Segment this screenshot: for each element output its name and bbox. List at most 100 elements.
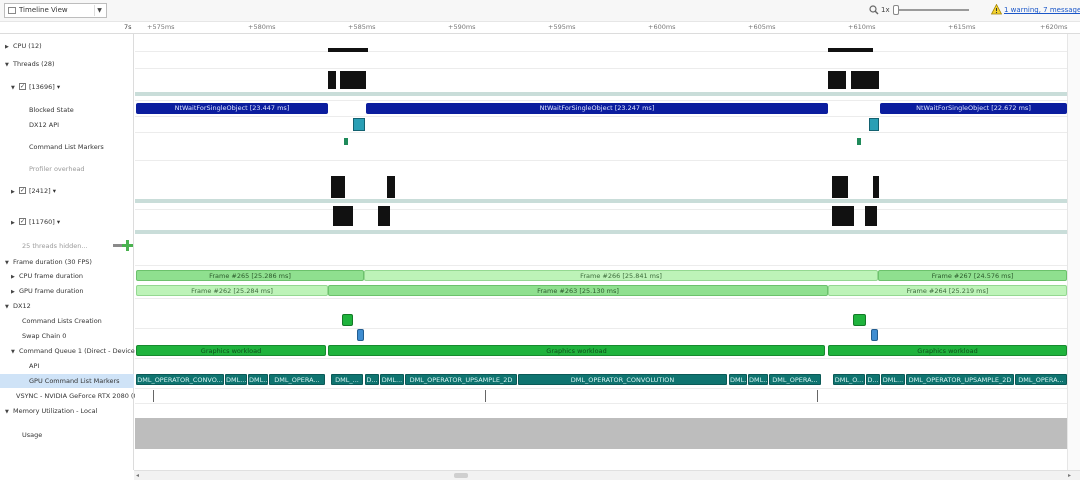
vsync-tick[interactable] bbox=[153, 390, 154, 402]
command-list-creation-event[interactable] bbox=[342, 314, 353, 326]
chevron-down-icon[interactable]: ▼ bbox=[5, 59, 13, 71]
tree-row-dx12-api[interactable]: DX12 API bbox=[29, 119, 59, 131]
dropdown-arrow-icon[interactable]: ▾ bbox=[57, 218, 60, 226]
chevron-down-icon[interactable]: ▼ bbox=[5, 301, 13, 313]
chevron-down-icon[interactable]: ▼ bbox=[5, 406, 13, 418]
tree-row-command-queue[interactable]: ▼ Command Queue 1 (Direct - DeviceRes bbox=[11, 345, 146, 357]
dx12-api-event[interactable] bbox=[353, 118, 365, 131]
zoom-slider-handle[interactable] bbox=[893, 5, 899, 15]
gpu-marker-bar[interactable]: DML... bbox=[748, 374, 768, 385]
tree-row-blocked-state[interactable]: Blocked State bbox=[29, 104, 74, 116]
command-list-creation-event[interactable] bbox=[853, 314, 866, 326]
tree-row-threads[interactable]: ▼ Threads (28) bbox=[5, 58, 55, 70]
dx12-api-event[interactable] bbox=[869, 118, 879, 131]
gpu-marker-bar[interactable]: DML_OPERATOR_UPSAMPLE_2D bbox=[906, 374, 1014, 385]
thread-activity-block[interactable] bbox=[851, 71, 879, 89]
cpu-frame-bar[interactable]: Frame #267 [24.576 ms] bbox=[878, 270, 1067, 281]
gpu-frame-bar[interactable]: Frame #262 [25.284 ms] bbox=[136, 285, 328, 296]
tree-row-gpu-frame-duration[interactable]: ▶ GPU frame duration bbox=[11, 285, 83, 297]
chevron-right-icon[interactable]: ▶ bbox=[11, 286, 19, 298]
view-select[interactable]: Timeline View ▼ bbox=[4, 3, 107, 18]
cpu-frame-bar[interactable]: Frame #265 [25.286 ms] bbox=[136, 270, 364, 281]
swap-chain-event[interactable] bbox=[357, 329, 364, 341]
gpu-marker-bar[interactable]: DML_OPERATOR_UPSAMPLE_2D bbox=[405, 374, 517, 385]
graphics-workload-bar[interactable]: Graphics workload bbox=[328, 345, 825, 356]
gpu-marker-bar[interactable]: DML... bbox=[729, 374, 747, 385]
command-list-marker[interactable] bbox=[344, 138, 348, 145]
add-thread-icon[interactable] bbox=[122, 240, 133, 251]
thread-activity-block[interactable] bbox=[873, 176, 879, 198]
tree-row-api[interactable]: API bbox=[29, 360, 39, 372]
dropdown-arrow-icon[interactable]: ▾ bbox=[57, 83, 60, 91]
warnings-link[interactable]: 1 warning, 7 messages bbox=[1004, 6, 1080, 14]
chevron-down-icon[interactable]: ▼ bbox=[11, 82, 19, 94]
gpu-marker-bar[interactable]: D... bbox=[365, 374, 379, 385]
gpu-frame-bar[interactable]: Frame #263 [25.130 ms] bbox=[328, 285, 828, 296]
thread-checkbox[interactable]: ✓ bbox=[19, 217, 26, 225]
vsync-tick[interactable] bbox=[817, 390, 818, 402]
thread-activity-block[interactable] bbox=[865, 206, 877, 226]
tree-row-swap-chain[interactable]: Swap Chain 0 bbox=[22, 330, 66, 342]
gpu-marker-bar[interactable]: DML... bbox=[881, 374, 905, 385]
chevron-down-icon[interactable]: ▼ bbox=[11, 346, 19, 358]
dropdown-arrow-icon[interactable]: ▾ bbox=[53, 187, 56, 195]
tree-row-dx12[interactable]: ▼ DX12 bbox=[5, 300, 31, 312]
blocked-state-bar[interactable]: NtWaitForSingleObject [23.247 ms] bbox=[366, 103, 828, 114]
zoom-icon[interactable] bbox=[869, 5, 879, 15]
chevron-right-icon[interactable]: ▶ bbox=[11, 271, 19, 283]
graphics-workload-bar[interactable]: Graphics workload bbox=[828, 345, 1067, 356]
scrollbar-thumb[interactable] bbox=[454, 473, 468, 478]
command-list-marker[interactable] bbox=[857, 138, 861, 145]
gpu-marker-bar[interactable]: DML_OPERA... bbox=[269, 374, 325, 385]
scroll-left-icon[interactable]: ◂ bbox=[136, 472, 139, 479]
cpu-frame-bar[interactable]: Frame #266 [25.841 ms] bbox=[364, 270, 878, 281]
remove-thread-icon[interactable] bbox=[113, 244, 122, 247]
tree-row-thread-2412[interactable]: ▶ ✓ [2412] ▾ bbox=[11, 185, 56, 197]
tree-row-profiler-overhead[interactable]: Profiler overhead bbox=[29, 163, 85, 175]
gpu-frame-bar[interactable]: Frame #264 [25.219 ms] bbox=[828, 285, 1067, 296]
thread-activity-block[interactable] bbox=[832, 206, 854, 226]
gpu-marker-bar[interactable]: D... bbox=[866, 374, 880, 385]
tree-row-cpu[interactable]: ▶ CPU (12) bbox=[5, 40, 42, 52]
tree-row-memory-utilization[interactable]: ▼ Memory Utilization - Local bbox=[5, 405, 97, 417]
zoom-slider[interactable] bbox=[893, 9, 969, 11]
gpu-marker-bar[interactable]: DML_OPERA... bbox=[1015, 374, 1067, 385]
thread-activity-block[interactable] bbox=[331, 176, 345, 198]
thread-activity-block[interactable] bbox=[333, 206, 353, 226]
tree-row-gpu-command-list-markers[interactable]: GPU Command List Markers bbox=[29, 375, 120, 387]
vsync-tick[interactable] bbox=[485, 390, 486, 402]
vertical-scrollbar[interactable] bbox=[1067, 34, 1080, 470]
thread-activity-block[interactable] bbox=[378, 206, 390, 226]
tree-row-vsync[interactable]: VSYNC - NVIDIA GeForce RTX 2080 (0) bbox=[16, 390, 140, 402]
thread-activity-block[interactable] bbox=[340, 71, 366, 89]
gpu-marker-bar[interactable]: DML_OPERATOR_CONVO... bbox=[136, 374, 224, 385]
tree-row-usage[interactable]: Usage bbox=[22, 429, 42, 441]
timeline-area[interactable]: NtWaitForSingleObject [23.447 ms] NtWait… bbox=[135, 34, 1067, 470]
tree-row-command-list-markers[interactable]: Command List Markers bbox=[29, 141, 104, 153]
chevron-down-icon[interactable]: ▼ bbox=[5, 257, 13, 269]
memory-usage-area[interactable] bbox=[135, 418, 1067, 449]
thread-activity-block[interactable] bbox=[832, 176, 848, 198]
scroll-right-icon[interactable]: ▸ bbox=[1068, 472, 1071, 479]
gpu-marker-bar[interactable]: DML_OPERA... bbox=[769, 374, 821, 385]
tree-row-thread-11760[interactable]: ▶ ✓ [11760] ▾ bbox=[11, 216, 60, 228]
chevron-right-icon[interactable]: ▶ bbox=[11, 186, 19, 198]
gpu-marker-bar[interactable]: DML_OPERATOR_CONVOLUTION bbox=[518, 374, 727, 385]
thread-checkbox[interactable]: ✓ bbox=[19, 82, 26, 90]
blocked-state-bar[interactable]: NtWaitForSingleObject [23.447 ms] bbox=[136, 103, 328, 114]
tree-row-command-lists-creation[interactable]: Command Lists Creation bbox=[22, 315, 102, 327]
thread-checkbox[interactable]: ✓ bbox=[19, 186, 26, 194]
thread-activity-block[interactable] bbox=[328, 71, 336, 89]
blocked-state-bar[interactable]: NtWaitForSingleObject [22.672 ms] bbox=[880, 103, 1067, 114]
thread-activity-block[interactable] bbox=[387, 176, 395, 198]
tree-row-thread-13696[interactable]: ▼ ✓ [13696] ▾ bbox=[11, 81, 60, 93]
gpu-marker-bar[interactable]: DML_O... bbox=[833, 374, 865, 385]
cpu-activity-block[interactable] bbox=[328, 48, 368, 52]
gpu-marker-bar[interactable]: DML... bbox=[225, 374, 247, 385]
tree-row-threads-hidden[interactable]: 25 threads hidden... bbox=[22, 240, 88, 252]
tree-row-frame-duration[interactable]: ▼ Frame duration (30 FPS) bbox=[5, 256, 92, 268]
gpu-marker-bar[interactable]: DML... bbox=[248, 374, 268, 385]
gpu-marker-bar[interactable]: DML_... bbox=[331, 374, 363, 385]
horizontal-scrollbar[interactable]: ◂ ▸ bbox=[134, 470, 1080, 480]
chevron-right-icon[interactable]: ▶ bbox=[5, 41, 13, 53]
